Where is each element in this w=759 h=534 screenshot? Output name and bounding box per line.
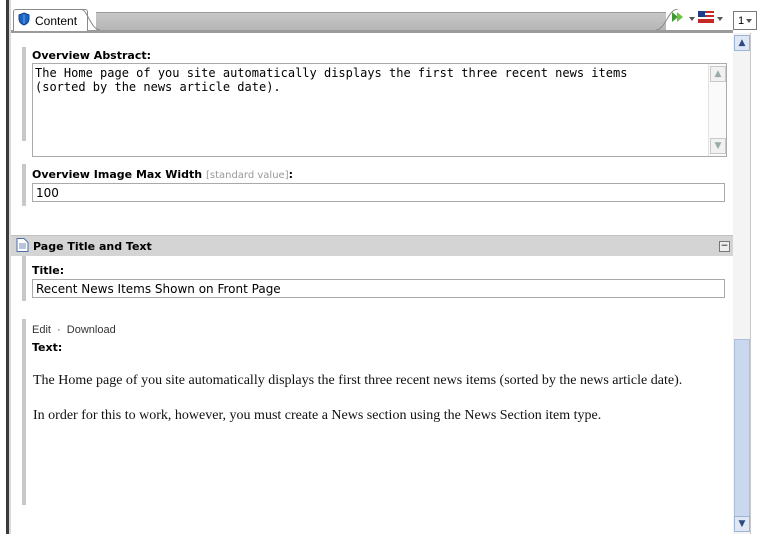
standard-value-hint: [standard value] <box>205 170 289 181</box>
tab-content[interactable]: Content <box>13 9 89 31</box>
text-label: Text: <box>32 341 63 354</box>
tab-content-label: Content <box>35 13 78 28</box>
version-value: 1 <box>737 14 745 27</box>
editor-controls <box>670 10 723 27</box>
workflow-icon[interactable] <box>670 10 686 27</box>
document-icon <box>16 237 29 255</box>
overview-abstract-label: Overview Abstract: <box>32 49 152 62</box>
title-input[interactable]: Recent News Items Shown on Front Page <box>32 279 725 298</box>
main-scrollbar[interactable]: ▲ ▼ <box>733 33 750 534</box>
download-link[interactable]: Download <box>67 324 116 336</box>
title-field: Title: Recent News Items Shown on Front … <box>22 256 731 301</box>
flag-icon[interactable] <box>698 11 714 26</box>
text-field: Edit · Download Text: The Home page of y… <box>22 319 731 505</box>
scroll-up-icon[interactable]: ▲ <box>734 35 750 51</box>
rich-text-actions: Edit · Download <box>32 324 116 336</box>
scroll-down-icon[interactable]: ▼ <box>710 138 726 154</box>
collapse-section-icon[interactable]: − <box>719 241 730 252</box>
overview-abstract-value: The Home page of you site automatically … <box>35 66 628 94</box>
overview-abstract-scrollbar[interactable]: ▲ ▼ <box>708 64 726 156</box>
tab-strip-fill <box>96 12 666 31</box>
content-editor-window: Content 1 Overview Abstract: The Home pa… <box>0 0 759 534</box>
separator: · <box>57 324 61 336</box>
title-label: Title: <box>32 264 65 277</box>
tab-curve <box>80 9 101 31</box>
edit-link[interactable]: Edit <box>32 324 51 336</box>
main-scrollbar-thumb[interactable] <box>734 339 750 517</box>
chevron-down-icon <box>746 18 753 23</box>
shield-icon <box>17 12 31 29</box>
overview-image-max-width-label: Overview Image Max Width [standard value… <box>32 168 293 181</box>
section-header-page-title-and-text[interactable]: Page Title and Text − <box>11 235 733 256</box>
content-panel: Overview Abstract: The Home page of you … <box>11 33 733 534</box>
version-selector[interactable]: 1 <box>733 11 757 30</box>
language-dropdown-chevron-icon[interactable] <box>717 16 723 21</box>
overview-image-max-width-label-text: Overview Image Max Width <box>32 168 203 181</box>
rich-text-paragraph: In order for this to work, however, you … <box>33 408 602 423</box>
section-title: Page Title and Text <box>33 239 152 253</box>
chevron-down-icon[interactable] <box>689 16 695 21</box>
overview-image-max-width-input[interactable]: 100 <box>32 183 725 202</box>
rich-text-paragraph: The Home page of you site automatically … <box>33 373 683 388</box>
label-colon: : <box>288 168 294 181</box>
scroll-up-icon[interactable]: ▲ <box>710 66 726 82</box>
overview-abstract-field: Overview Abstract: The Home page of you … <box>22 47 731 157</box>
overview-image-max-width-field: Overview Image Max Width [standard value… <box>22 164 731 206</box>
right-pane-edge <box>750 33 759 534</box>
scroll-down-icon[interactable]: ▼ <box>734 516 750 532</box>
rich-text-content[interactable]: The Home page of you site automatically … <box>32 356 731 504</box>
overview-abstract-textarea[interactable]: The Home page of you site automatically … <box>32 63 727 157</box>
